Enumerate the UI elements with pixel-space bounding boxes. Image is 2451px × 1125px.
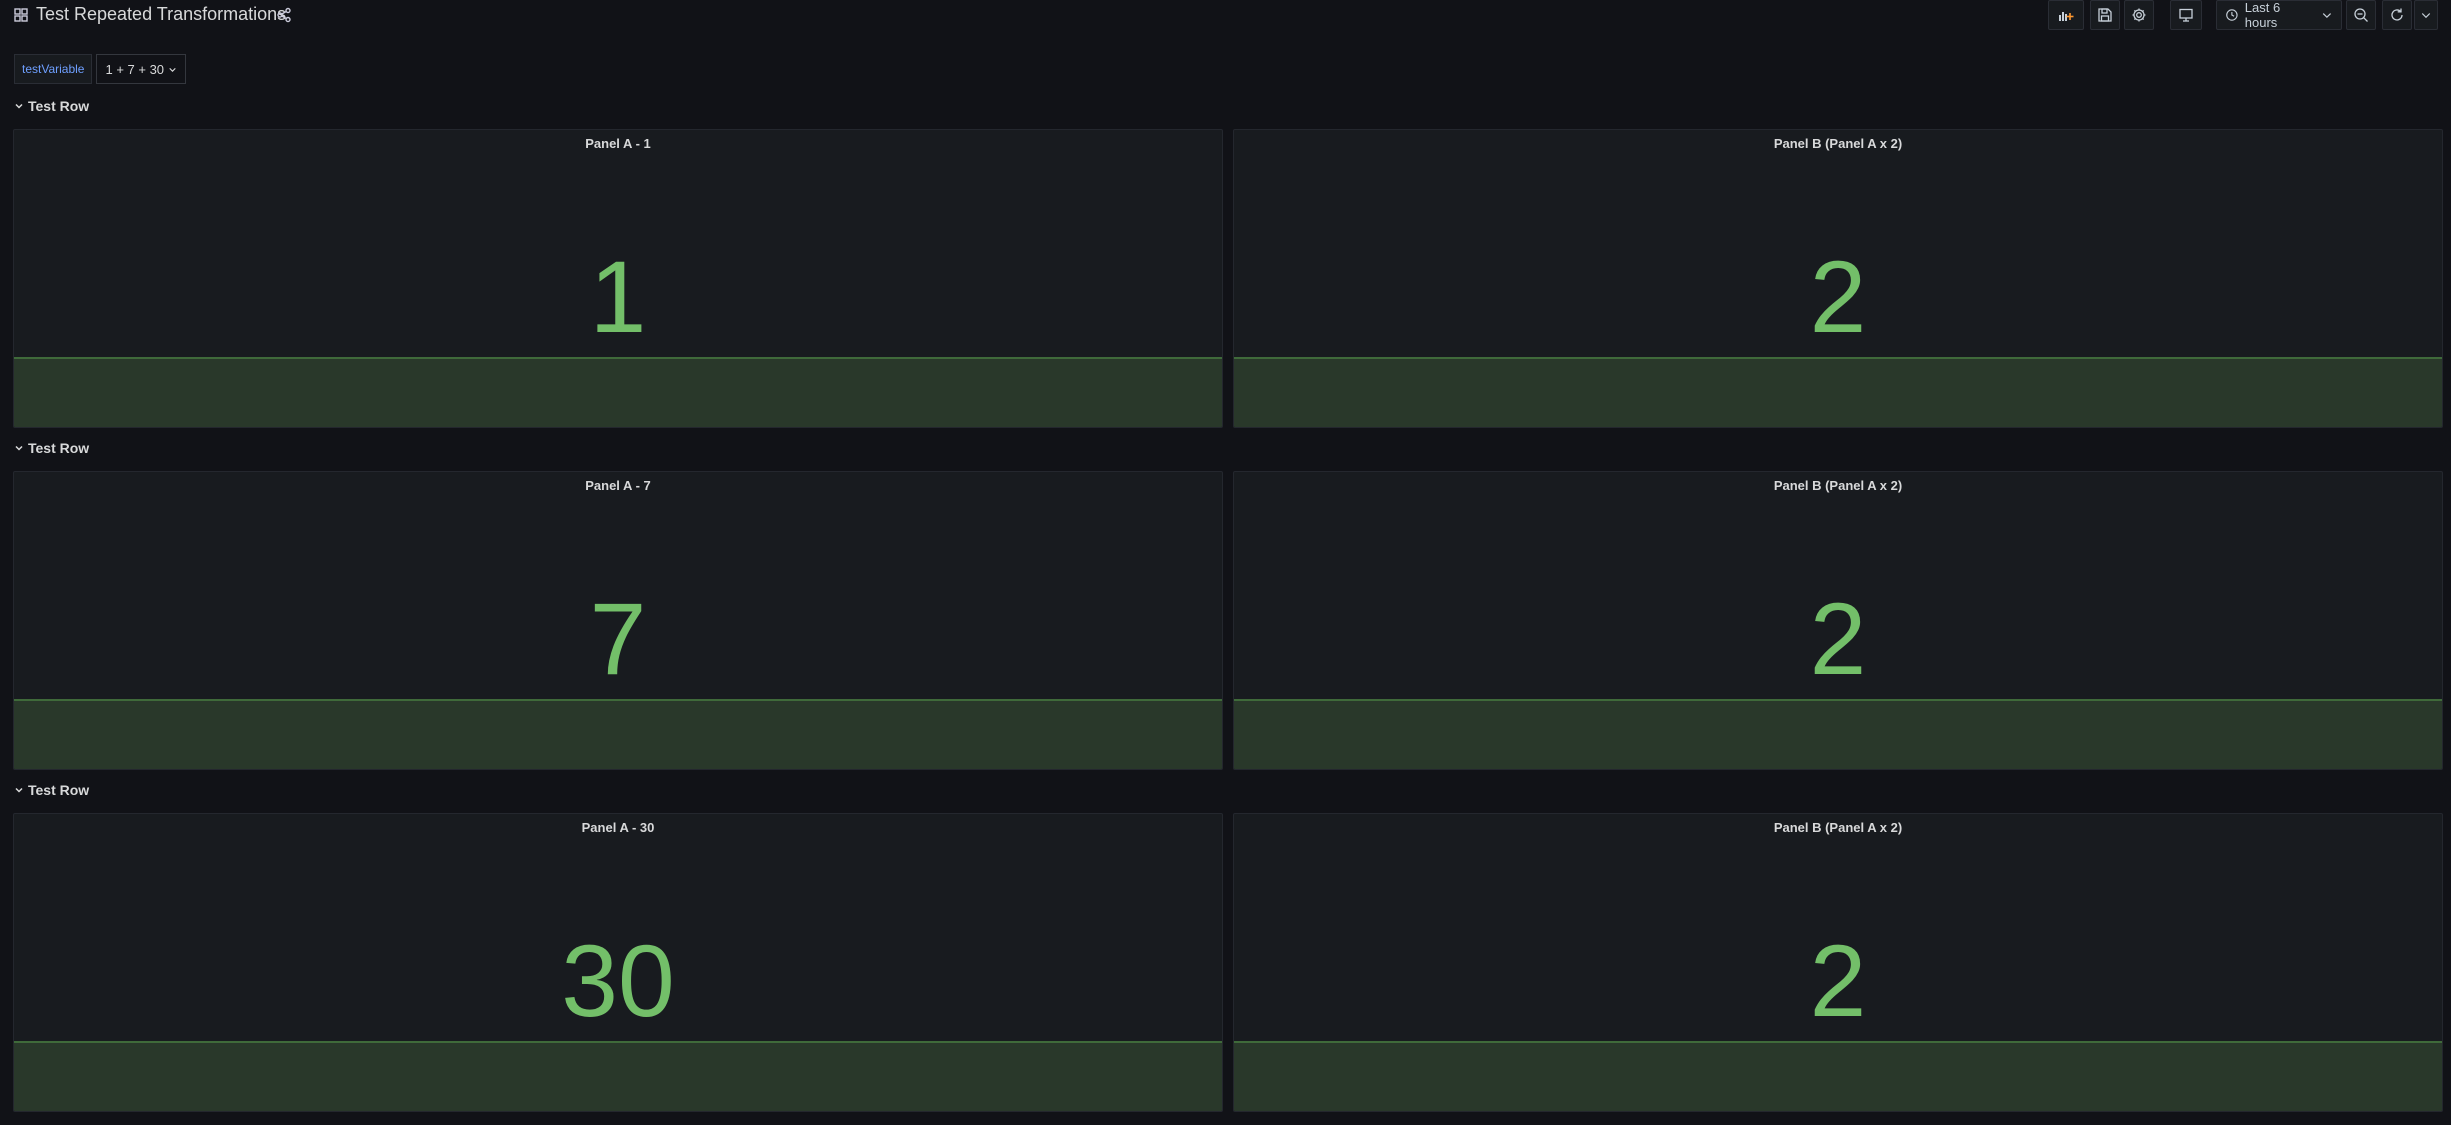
sparkline <box>14 357 1222 427</box>
sparkline <box>1234 699 2442 769</box>
stat-panel[interactable]: Panel A - 7 7 <box>13 471 1223 770</box>
panel-title[interactable]: Panel B (Panel A x 2) <box>1234 136 2442 151</box>
zoom-out-button[interactable] <box>2346 0 2376 30</box>
zoom-out-icon <box>2354 8 2368 22</box>
add-panel-button[interactable] <box>2048 0 2084 30</box>
panel-title[interactable]: Panel B (Panel A x 2) <box>1234 478 2442 493</box>
sparkline <box>14 699 1222 769</box>
tv-mode-button[interactable] <box>2170 0 2202 30</box>
panel-title[interactable]: Panel A - 1 <box>14 136 1222 151</box>
chevron-down-icon <box>2322 13 2332 19</box>
clock-icon <box>2226 9 2238 21</box>
stat-value: 2 <box>1809 240 1867 354</box>
stat-panel[interactable]: Panel A - 30 30 <box>13 813 1223 1112</box>
share-icon[interactable] <box>276 7 292 23</box>
row-header[interactable]: Test Row <box>14 782 89 798</box>
add-panel-icon <box>2059 12 2074 21</box>
chevron-down-icon <box>15 103 23 109</box>
sparkline <box>1234 1041 2442 1111</box>
dashboard-settings-button[interactable] <box>2124 0 2154 30</box>
row-header[interactable]: Test Row <box>14 98 89 114</box>
stat-panel[interactable]: Panel B (Panel A x 2) 2 <box>1233 813 2443 1112</box>
grid-icon[interactable] <box>14 8 28 22</box>
chevron-down-icon <box>169 67 176 72</box>
variable-label: testVariable <box>14 54 93 84</box>
stat-panel[interactable]: Panel B (Panel A x 2) 2 <box>1233 129 2443 428</box>
stat-value: 2 <box>1809 582 1867 696</box>
variable-value-text: 1 + 7 + 30 <box>105 61 165 77</box>
refresh-icon <box>2391 8 2403 21</box>
row-header[interactable]: Test Row <box>14 440 89 456</box>
dashboard-title[interactable]: Test Repeated Transformations <box>36 4 286 25</box>
row-title: Test Row <box>28 782 90 798</box>
chevron-down-icon <box>15 787 23 793</box>
stat-value: 2 <box>1809 924 1867 1038</box>
panel-title[interactable]: Panel A - 30 <box>14 820 1222 835</box>
sparkline <box>1234 357 2442 427</box>
dashboard-navbar: Test Repeated Transformations Last 6 hou… <box>0 0 2451 32</box>
stat-value: 1 <box>589 240 647 354</box>
stat-value: 30 <box>561 924 675 1038</box>
time-range-picker[interactable]: Last 6 hours <box>2216 0 2342 30</box>
variable-bar: testVariable 1 + 7 + 30 <box>14 54 187 84</box>
chevron-down-icon <box>2421 13 2431 19</box>
save-icon <box>2098 8 2112 22</box>
refresh-button[interactable] <box>2382 0 2412 30</box>
refresh-interval-dropdown[interactable] <box>2414 0 2438 30</box>
gear-icon <box>2132 8 2146 22</box>
stat-value: 7 <box>589 582 647 696</box>
sparkline <box>14 1041 1222 1111</box>
stat-panel[interactable]: Panel B (Panel A x 2) 2 <box>1233 471 2443 770</box>
panel-title[interactable]: Panel A - 7 <box>14 478 1222 493</box>
chevron-down-icon <box>15 445 23 451</box>
variable-value-picker[interactable]: 1 + 7 + 30 <box>96 54 187 84</box>
panel-title[interactable]: Panel B (Panel A x 2) <box>1234 820 2442 835</box>
row-title: Test Row <box>28 440 90 456</box>
time-range-label: Last 6 hours <box>2244 0 2281 30</box>
row-title: Test Row <box>28 98 90 114</box>
monitor-icon <box>2179 8 2193 22</box>
save-dashboard-button[interactable] <box>2090 0 2120 30</box>
stat-panel[interactable]: Panel A - 1 1 <box>13 129 1223 428</box>
